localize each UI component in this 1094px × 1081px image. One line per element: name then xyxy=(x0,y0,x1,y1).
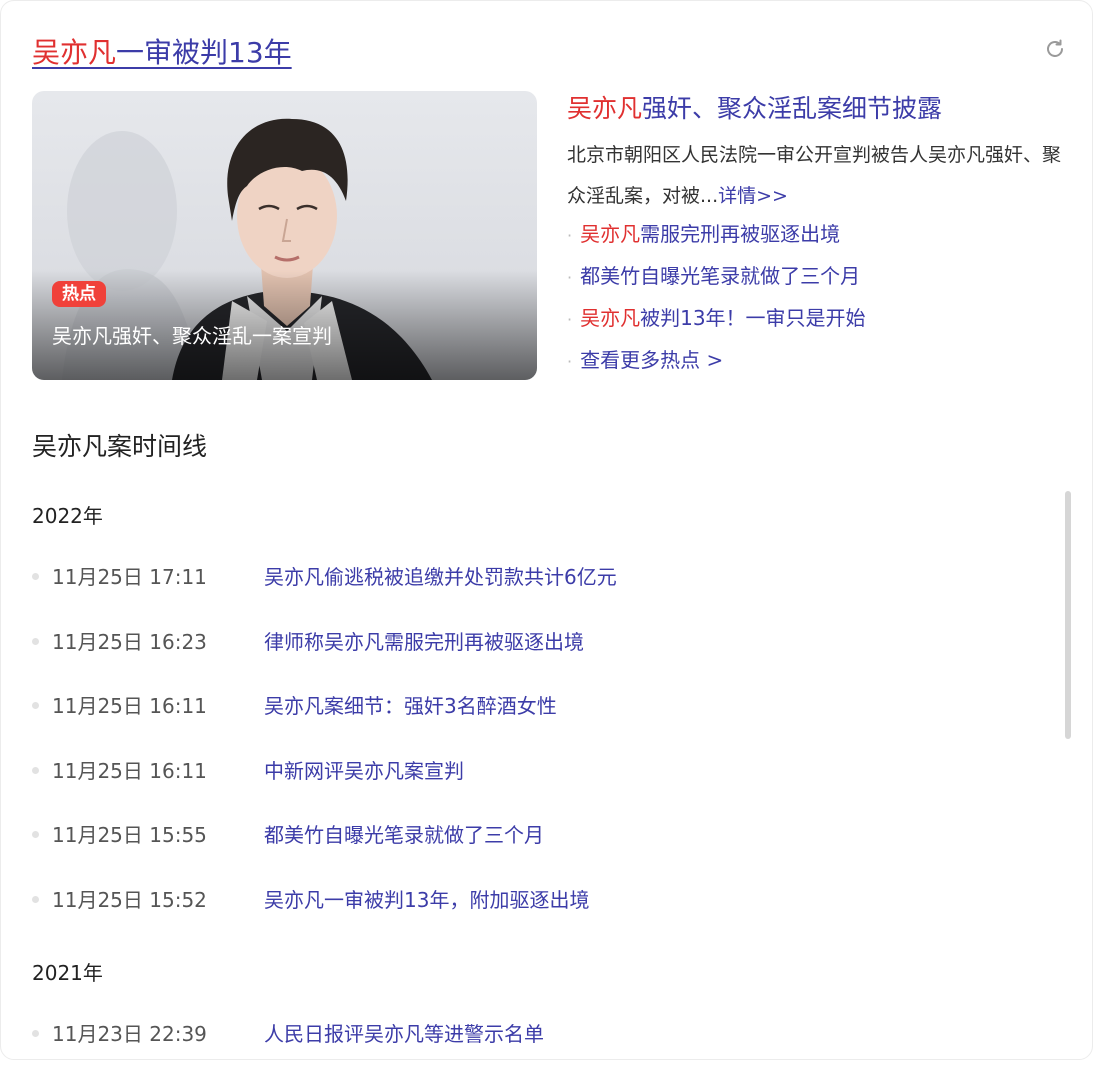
timeline-time: 11月25日 16:23 xyxy=(52,629,207,654)
related-keyword: 吴亦凡 xyxy=(580,222,641,246)
timeline-link[interactable]: 中新网评吴亦凡案宣判 xyxy=(264,753,464,789)
refresh-icon[interactable] xyxy=(1043,37,1067,61)
details-link[interactable]: 详情>> xyxy=(718,185,788,207)
timeline-item[interactable]: 11月25日 16:11 中新网评吴亦凡案宣判 xyxy=(32,753,1052,818)
timeline-year: 2022年 xyxy=(32,504,103,528)
timeline-time: 11月23日 22:39 xyxy=(52,1022,207,1046)
timeline-dot xyxy=(32,831,39,838)
related-text: 都美竹自曝光笔录就做了三个月 xyxy=(580,264,861,288)
related-keyword: 吴亦凡 xyxy=(580,306,641,330)
news-card: 吴亦凡一审被判13年 热点 吴亦凡强奸、聚众淫乱一案宣判 吴亦凡强奸、聚众淫乱案… xyxy=(0,0,1093,1060)
timeline-title: 吴亦凡案时间线 xyxy=(32,432,208,461)
hero-image-card[interactable]: 热点 吴亦凡强奸、聚众淫乱一案宣判 xyxy=(32,91,537,380)
related-item[interactable]: · 吴亦凡被判13年！一审只是开始 xyxy=(567,297,866,339)
timeline-link[interactable]: 吴亦凡偷逃税被追缴并处罚款共计6亿元 xyxy=(264,559,617,595)
timeline-link[interactable]: 吴亦凡案细节：强奸3名醉酒女性 xyxy=(264,688,557,724)
story-summary: 北京市朝阳区人民法院一审公开宣判被告人吴亦凡强奸、聚众淫乱案，对被...详情>> xyxy=(567,135,1077,217)
timeline-dot xyxy=(32,766,39,774)
timeline-link[interactable]: 吴亦凡一审被判13年，附加驱逐出境 xyxy=(264,882,589,918)
timeline-link[interactable]: 人民日报评吴亦凡等进警示名单 xyxy=(264,1016,544,1052)
timeline-item[interactable]: 11月25日 17:11 吴亦凡偷逃税被追缴并处罚款共计6亿元 xyxy=(32,559,1052,624)
related-list: · 吴亦凡需服完刑再被驱逐出境 · 都美竹自曝光笔录就做了三个月 · 吴亦凡被判13年… xyxy=(567,213,866,381)
bullet-icon: · xyxy=(567,352,573,371)
related-item[interactable]: · 都美竹自曝光笔录就做了三个月 xyxy=(567,255,866,297)
timeline-item[interactable]: 11月25日 16:23 律师称吴亦凡需服完刑再被驱逐出境 xyxy=(32,624,1052,689)
bullet-icon: · xyxy=(567,310,573,329)
timeline-time: 11月25日 15:52 xyxy=(52,887,207,912)
hot-badge: 热点 xyxy=(52,281,106,307)
headline-keyword: 吴亦凡 xyxy=(567,94,643,123)
bullet-icon: · xyxy=(567,268,573,287)
timeline-item[interactable]: 11月23日 22:39 人民日报评吴亦凡等进警示名单 xyxy=(32,1016,1052,1081)
story-headline-link[interactable]: 吴亦凡强奸、聚众淫乱案细节披露 xyxy=(567,91,942,127)
timeline-time: 11月25日 16:11 xyxy=(52,758,207,783)
more-hot-link[interactable]: · 查看更多热点 > xyxy=(567,339,866,381)
timeline-scrollbar[interactable] xyxy=(1065,491,1071,739)
bullet-icon: · xyxy=(567,226,573,245)
hero-caption: 吴亦凡强奸、聚众淫乱一案宣判 xyxy=(52,324,332,348)
timeline-dot xyxy=(32,702,39,709)
card-title-link[interactable]: 吴亦凡一审被判13年 xyxy=(32,34,292,72)
timeline-item[interactable]: 11月25日 15:55 都美竹自曝光笔录就做了三个月 xyxy=(32,817,1052,882)
timeline-link[interactable]: 都美竹自曝光笔录就做了三个月 xyxy=(264,817,544,853)
title-keyword: 吴亦凡 xyxy=(32,36,117,69)
timeline-year: 2021年 xyxy=(32,961,103,985)
related-text: 查看更多热点 > xyxy=(580,348,724,372)
timeline-link[interactable]: 律师称吴亦凡需服完刑再被驱逐出境 xyxy=(264,624,584,660)
related-item[interactable]: · 吴亦凡需服完刑再被驱逐出境 xyxy=(567,213,866,255)
timeline-time: 11月25日 15:55 xyxy=(52,823,207,847)
timeline-dot xyxy=(32,895,39,903)
timeline-dot xyxy=(32,637,39,645)
timeline-time: 11月25日 17:11 xyxy=(52,565,207,589)
timeline: 2022年 11月25日 17:11 吴亦凡偷逃税被追缴并处罚款共计6亿元 11… xyxy=(32,496,1052,1081)
summary-text: 北京市朝阳区人民法院一审公开宣判被告人吴亦凡强奸、聚众淫乱案，对被... xyxy=(567,144,1062,207)
related-text: 需服完刑再被驱逐出境 xyxy=(640,222,841,246)
timeline-dot xyxy=(32,573,39,580)
timeline-dot xyxy=(32,1030,39,1037)
headline-rest: 强奸、聚众淫乱案细节披露 xyxy=(642,94,943,123)
timeline-item[interactable]: 11月25日 15:52 吴亦凡一审被判13年，附加驱逐出境 xyxy=(32,882,1052,947)
title-rest: 一审被判13年 xyxy=(116,36,292,69)
related-text: 被判13年！一审只是开始 xyxy=(640,306,866,330)
timeline-time: 11月25日 16:11 xyxy=(52,694,207,718)
timeline-item[interactable]: 11月25日 16:11 吴亦凡案细节：强奸3名醉酒女性 xyxy=(32,688,1052,753)
